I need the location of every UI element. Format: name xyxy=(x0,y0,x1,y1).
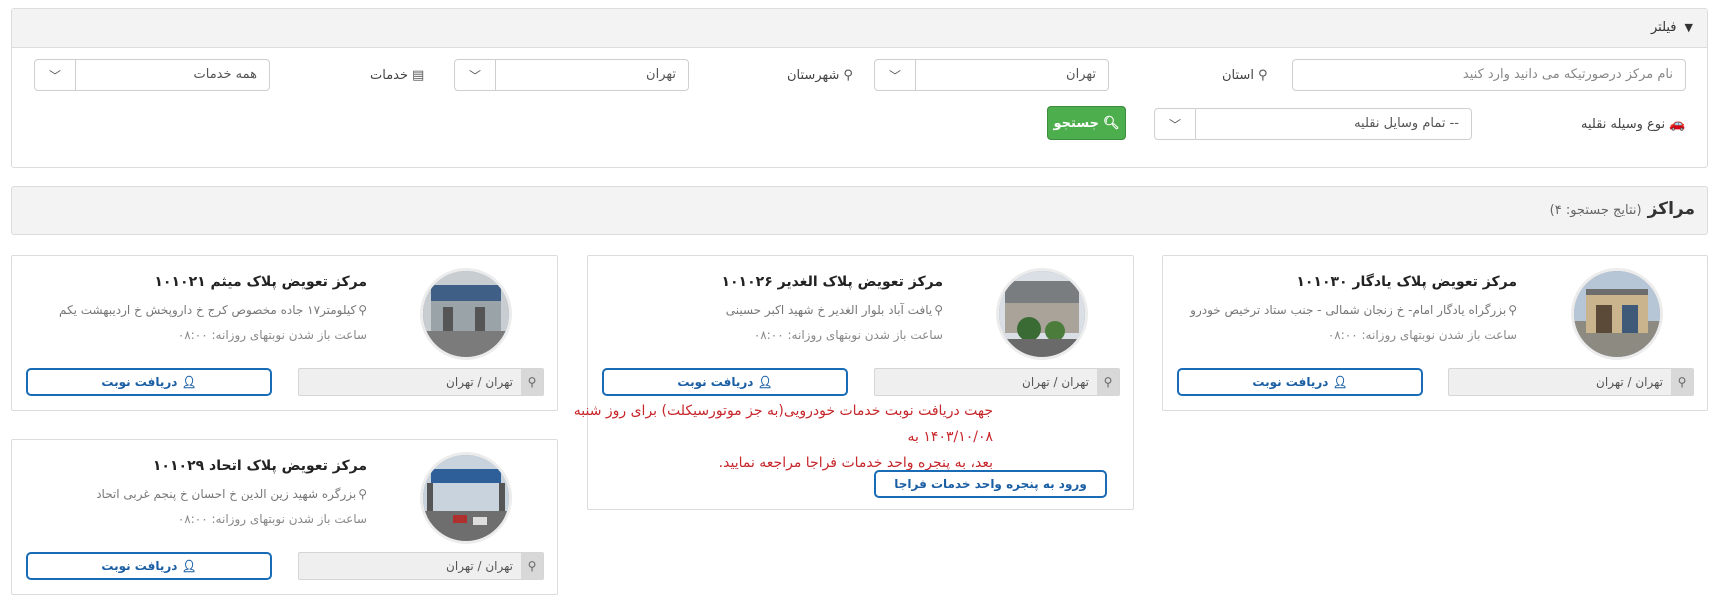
city-label: ⚲ شهرستان xyxy=(787,68,853,83)
province-select[interactable]: تهران ﹀ xyxy=(874,59,1109,91)
province-label-text: استان xyxy=(1222,68,1254,83)
center-address: ⚲ یافت آباد بلوار الغدیر خ شهید اکبر حسی… xyxy=(726,303,943,317)
search-icon: 🔍︎ xyxy=(1102,115,1120,131)
vehicle-type-label-text: نوع وسیله نقلیه xyxy=(1581,117,1666,132)
search-button-label: جستجو xyxy=(1053,115,1099,131)
city-value: تهران xyxy=(646,67,676,82)
center-location-text: تهران / تهران xyxy=(1596,375,1663,389)
center-location-text: تهران / تهران xyxy=(446,375,513,389)
center-name-placeholder: نام مرکز درصورتیکه می دانید وارد کنید xyxy=(1462,67,1673,82)
center-card: مرکز تعویض پلاک یادگار ۱۰۱۰۳۰ ⚲ بزرگراه … xyxy=(1162,255,1708,411)
portal-button-label: ورود به پنجره واحد خدمات فراجا xyxy=(894,477,1087,491)
results-count: (نتایج جستجو: ۴) xyxy=(1549,203,1642,218)
center-name-input[interactable]: نام مرکز درصورتیکه می دانید وارد کنید xyxy=(1292,59,1686,91)
portal-button[interactable]: ورود به پنجره واحد خدمات فراجا xyxy=(874,470,1107,498)
center-photo xyxy=(1571,268,1663,360)
center-location-text: تهران / تهران xyxy=(446,559,513,573)
notice-message: جهت دریافت نوبت خدمات خودرویی(به جز موتو… xyxy=(533,398,993,476)
services-value: همه خدمات xyxy=(193,67,258,82)
vehicle-type-label: 🚗 نوع وسیله نقلیه xyxy=(1581,117,1685,132)
get-appointment-button[interactable]: 👤︎ دریافت نوبت xyxy=(602,368,848,396)
center-photo-image xyxy=(423,455,509,541)
center-address: ⚲ بزرگراه یادگار امام- خ زنجان شمالی - ج… xyxy=(1190,303,1517,317)
province-value: تهران xyxy=(1066,67,1096,82)
get-appointment-button[interactable]: 👤︎ دریافت نوبت xyxy=(26,552,272,580)
center-location: ⚲ تهران / تهران xyxy=(298,552,544,580)
center-address-text: بزرگره شهید زین الدین خ احسان خ پنجم غرب… xyxy=(96,487,357,501)
center-address: ⚲ بزرگره شهید زین الدین خ احسان خ پنجم غ… xyxy=(96,487,367,501)
center-card: مرکز تعویض پلاک الغدیر ۱۰۱۰۲۶ ⚲ یافت آبا… xyxy=(574,255,1134,510)
center-photo-image xyxy=(1574,271,1660,357)
center-photo-image xyxy=(999,271,1085,357)
map-marker-icon: ⚲ xyxy=(358,303,367,317)
notice-line-1: جهت دریافت نوبت خدمات خودرویی(به جز موتو… xyxy=(573,403,993,445)
center-address-text: بزرگراه یادگار امام- خ زنجان شمالی - جنب… xyxy=(1190,303,1507,317)
list-icon: ▤ xyxy=(412,68,425,83)
center-location-text: تهران / تهران xyxy=(1022,375,1089,389)
city-label-text: شهرستان xyxy=(787,68,840,83)
vehicle-type-select[interactable]: -- تمام وسایل نقلیه ﹀ xyxy=(1154,108,1472,140)
center-address-text: یافت آباد بلوار الغدیر خ شهید اکبر حسینی xyxy=(725,303,933,317)
map-marker-icon: ⚲ xyxy=(1097,369,1119,395)
search-button[interactable]: 🔍︎ جستجو xyxy=(1047,106,1126,140)
get-appointment-label: دریافت نوبت xyxy=(677,375,754,389)
chevron-down-icon: ﹀ xyxy=(455,60,496,90)
services-label: ▤ خدمات xyxy=(370,68,424,83)
center-address: ⚲ کیلومتر۱۷ جاده مخصوص کرج خ داروپخش خ ا… xyxy=(59,303,367,317)
center-photo xyxy=(420,452,512,544)
vehicle-type-value: -- تمام وسایل نقلیه xyxy=(1354,116,1459,131)
map-marker-icon: ⚲ xyxy=(934,303,943,317)
chevron-down-icon: ﹀ xyxy=(875,60,916,90)
results-header: مراکز (نتایج جستجو: ۴) xyxy=(11,186,1708,235)
province-label: ⚲ استان xyxy=(1222,68,1267,83)
map-marker-icon: ⚲ xyxy=(521,369,543,395)
center-photo-image xyxy=(423,271,509,357)
center-location: ⚲ تهران / تهران xyxy=(298,368,544,396)
center-location: ⚲ تهران / تهران xyxy=(1448,368,1694,396)
map-marker-icon: ⚲ xyxy=(1671,369,1693,395)
center-title: مرکز تعویض پلاک یادگار ۱۰۱۰۳۰ xyxy=(1296,274,1517,290)
services-label-text: خدمات xyxy=(370,68,409,83)
filter-title: فیلتر xyxy=(1650,20,1677,35)
center-hours: ساعت باز شدن نوبتهای روزانه: ۰۸:۰۰ xyxy=(1327,328,1517,342)
map-marker-icon: ⚲ xyxy=(1508,303,1517,317)
get-appointment-label: دریافت نوبت xyxy=(101,375,178,389)
user-icon: 👤︎ xyxy=(1332,375,1348,389)
center-location: ⚲ تهران / تهران xyxy=(874,368,1120,396)
results-title: مراکز (نتایج جستجو: ۴) xyxy=(1550,199,1695,219)
center-title: مرکز تعویض پلاک میثم ۱۰۱۰۲۱ xyxy=(154,274,367,290)
map-marker-icon: ⚲ xyxy=(358,487,367,501)
map-marker-icon: ⚲ xyxy=(521,553,543,579)
map-marker-icon: ⚲ xyxy=(843,68,853,83)
get-appointment-label: دریافت نوبت xyxy=(101,559,178,573)
center-hours: ساعت باز شدن نوبتهای روزانه: ۰۸:۰۰ xyxy=(177,328,367,342)
get-appointment-button[interactable]: 👤︎ دریافت نوبت xyxy=(26,368,272,396)
center-hours: ساعت باز شدن نوبتهای روزانه: ۰۸:۰۰ xyxy=(177,512,367,526)
center-title: مرکز تعویض پلاک اتحاد ۱۰۱۰۲۹ xyxy=(152,458,367,474)
center-hours: ساعت باز شدن نوبتهای روزانه: ۰۸:۰۰ xyxy=(753,328,943,342)
car-icon: 🚗 xyxy=(1669,117,1686,132)
center-card: مرکز تعویض پلاک اتحاد ۱۰۱۰۲۹ ⚲ بزرگره شه… xyxy=(11,439,558,595)
user-icon: 👤︎ xyxy=(181,375,197,389)
user-icon: 👤︎ xyxy=(757,375,773,389)
center-photo xyxy=(996,268,1088,360)
filter-header[interactable]: ▼ فیلتر xyxy=(12,9,1707,48)
chevron-down-icon: ﹀ xyxy=(35,60,76,90)
center-photo xyxy=(420,268,512,360)
city-select[interactable]: تهران ﹀ xyxy=(454,59,689,91)
services-select[interactable]: همه خدمات ﹀ xyxy=(34,59,270,91)
map-marker-icon: ⚲ xyxy=(1257,68,1268,83)
get-appointment-button[interactable]: 👤︎ دریافت نوبت xyxy=(1177,368,1423,396)
filter-triangle-icon: ▼ xyxy=(1684,21,1693,34)
center-card: مرکز تعویض پلاک میثم ۱۰۱۰۲۱ ⚲ کیلومتر۱۷ … xyxy=(11,255,558,411)
center-address-text: کیلومتر۱۷ جاده مخصوص کرج خ داروپخش خ ارد… xyxy=(58,303,357,317)
results-title-text: مراکز xyxy=(1647,199,1695,219)
filter-toggle[interactable]: ▼ فیلتر xyxy=(1651,20,1693,35)
chevron-down-icon: ﹀ xyxy=(1155,109,1196,139)
user-icon: 👤︎ xyxy=(181,559,197,573)
center-title: مرکز تعویض پلاک الغدیر ۱۰۱۰۲۶ xyxy=(721,274,943,290)
get-appointment-label: دریافت نوبت xyxy=(1252,375,1329,389)
